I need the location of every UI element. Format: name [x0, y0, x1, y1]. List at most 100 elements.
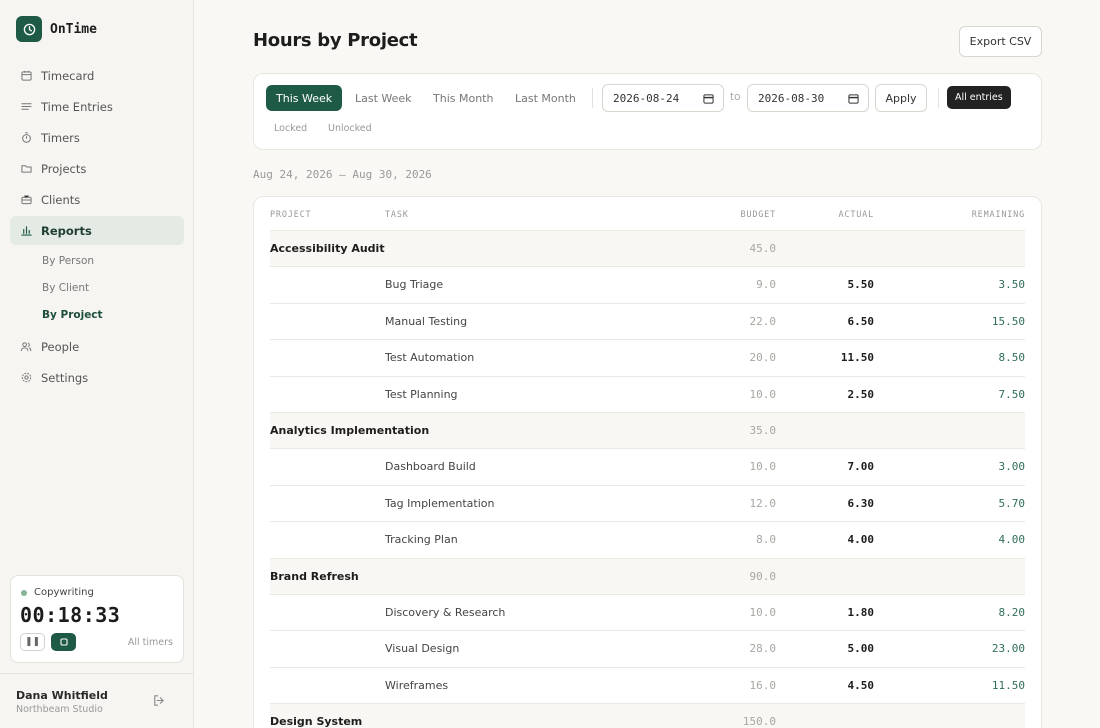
sidebar-subitem-by-project[interactable]: By Project — [42, 301, 184, 328]
chip-unlocked[interactable]: Unlocked — [320, 117, 380, 140]
running-timer-card: Copywriting 00:18:33 ❚❚ All timers — [10, 575, 184, 663]
folder-icon — [20, 163, 32, 175]
apply-button[interactable]: Apply — [875, 84, 927, 112]
sidebar-item-time-entries[interactable]: Time Entries — [10, 92, 184, 121]
project-row[interactable]: Design System 150.0 — [270, 704, 1025, 728]
task-row[interactable]: Tag Implementation 12.0 6.30 5.70 — [270, 486, 1025, 523]
actual-value: 4.50 — [847, 678, 875, 692]
chip-locked[interactable]: Locked — [266, 117, 315, 140]
all-timers-link[interactable]: All timers — [128, 637, 173, 648]
period-this-month[interactable]: This Month — [423, 85, 503, 111]
budget-value: 9.0 — [756, 278, 776, 292]
pause-timer-button[interactable]: ❚❚ — [20, 633, 45, 651]
project-row[interactable]: Brand Refresh 90.0 — [270, 558, 1025, 595]
bar-chart-icon — [20, 225, 32, 237]
project-name: Brand Refresh — [270, 569, 359, 583]
remaining-value: 3.00 — [998, 460, 1026, 474]
project-name: Analytics Implementation — [270, 423, 430, 437]
task-row[interactable]: Manual Testing 22.0 6.50 15.50 — [270, 304, 1025, 341]
project-name: Accessibility Audit — [270, 242, 385, 255]
sidebar-item-projects[interactable]: Projects — [10, 154, 184, 183]
sidebar-item-reports[interactable]: Reports — [10, 216, 184, 245]
logout-icon[interactable] — [152, 694, 165, 710]
task-name: Tracking Plan — [385, 533, 458, 547]
task-row[interactable]: Test Planning 10.0 2.50 7.50 — [270, 377, 1025, 413]
date-from-value: 2026-08-24 — [613, 91, 680, 105]
period-last-month[interactable]: Last Month — [505, 85, 586, 111]
actual-value: 7.00 — [847, 460, 875, 474]
task-name: Discovery & Research — [385, 605, 506, 619]
task-row[interactable]: Dashboard Build 10.0 7.00 3.00 — [270, 449, 1026, 486]
divider — [592, 88, 593, 108]
stopwatch-icon — [20, 132, 32, 144]
date-to-value: 2026-08-30 — [758, 91, 825, 105]
reports-subnav: By Person By Client By Project — [10, 247, 184, 328]
budget-value: 35.0 — [749, 423, 777, 437]
budget-value: 10.0 — [749, 460, 777, 474]
remaining-value: 15.50 — [991, 314, 1025, 328]
sidebar-item-settings[interactable]: Settings — [10, 363, 184, 392]
sidebar-item-label: Timecard — [41, 68, 95, 83]
timer-task: Copywriting — [21, 587, 94, 598]
sidebar-item-label: Timers — [41, 130, 80, 145]
header-project[interactable]: PROJECT — [270, 210, 311, 220]
remaining-value: 23.00 — [991, 642, 1025, 656]
filter-bar: This Week Last Week This Month Last Mont… — [253, 73, 1042, 150]
sidebar-subitem-by-person[interactable]: By Person — [42, 247, 184, 274]
budget-value: 45.0 — [749, 242, 777, 255]
actual-value: 5.50 — [847, 278, 875, 292]
to-label: to — [730, 91, 741, 103]
sidebar-subitem-by-client[interactable]: By Client — [42, 274, 184, 301]
date-to-input[interactable]: 2026-08-30 — [747, 84, 869, 112]
header-budget[interactable]: BUDGET — [740, 210, 776, 220]
project-row[interactable]: Analytics Implementation 35.0 — [270, 412, 1025, 450]
actual-value: 6.50 — [847, 314, 875, 328]
actual-value: 11.50 — [840, 351, 874, 365]
sidebar-item-label: Clients — [41, 192, 81, 207]
header-remaining[interactable]: REMAINING — [972, 210, 1025, 220]
task-row[interactable]: Tracking Plan 8.0 4.00 4.00 — [270, 522, 1025, 559]
header-actual[interactable]: ACTUAL — [838, 210, 874, 220]
export-csv-button[interactable]: Export CSV — [959, 26, 1042, 57]
task-row[interactable]: Test Automation 20.0 11.50 8.50 — [270, 340, 1026, 377]
task-row[interactable]: Discovery & Research 10.0 1.80 8.20 — [270, 595, 1025, 632]
project-row[interactable]: Accessibility Audit 45.0 — [270, 231, 1025, 268]
brand[interactable]: OnTime — [16, 16, 97, 42]
task-row[interactable]: Bug Triage 9.0 5.50 3.50 — [270, 267, 1025, 304]
header-task[interactable]: TASK — [385, 210, 409, 220]
task-row[interactable]: Wireframes 16.0 4.50 11.50 — [270, 668, 1025, 705]
sidebar-item-timers[interactable]: Timers — [10, 123, 184, 152]
budget-value: 16.0 — [749, 678, 777, 692]
task-row[interactable]: Visual Design 28.0 5.00 23.00 — [270, 631, 1025, 668]
period-this-week[interactable]: This Week — [266, 85, 343, 111]
budget-value: 28.0 — [749, 642, 777, 656]
budget-value: 22.0 — [749, 314, 777, 328]
task-name: Test Automation — [385, 351, 475, 365]
budget-value: 150.0 — [742, 715, 776, 728]
list-icon — [20, 101, 32, 113]
period-last-week[interactable]: Last Week — [345, 85, 422, 111]
pause-icon: ❚❚ — [24, 637, 41, 647]
calendar-icon — [20, 70, 32, 82]
budget-value: 20.0 — [749, 351, 777, 365]
stop-timer-button[interactable] — [51, 633, 76, 651]
gear-icon — [20, 372, 32, 384]
actual-value: 6.30 — [847, 496, 875, 510]
remaining-value: 11.50 — [991, 678, 1025, 692]
user-org: Northbeam Studio — [16, 704, 103, 715]
sidebar-item-people[interactable]: People — [10, 332, 184, 361]
chip-all-entries[interactable]: All entries — [947, 86, 1011, 109]
sidebar-item-timecard[interactable]: Timecard — [10, 61, 184, 90]
remaining-value: 8.50 — [998, 351, 1026, 365]
running-dot-icon — [21, 589, 27, 596]
actual-value: 4.00 — [847, 533, 875, 547]
project-name: Design System — [270, 715, 363, 728]
divider — [938, 88, 939, 108]
budget-value: 10.0 — [749, 605, 777, 619]
date-from-input[interactable]: 2026-08-24 — [602, 84, 724, 112]
table-header: PROJECT TASK BUDGET ACTUAL REMAINING — [270, 197, 1025, 231]
date-range-label: Aug 24, 2026 — Aug 30, 2026 — [253, 168, 432, 181]
user-name: Dana Whitfield — [16, 689, 108, 702]
sidebar-item-clients[interactable]: Clients — [10, 185, 184, 214]
sidebar-item-label: Reports — [41, 223, 92, 238]
